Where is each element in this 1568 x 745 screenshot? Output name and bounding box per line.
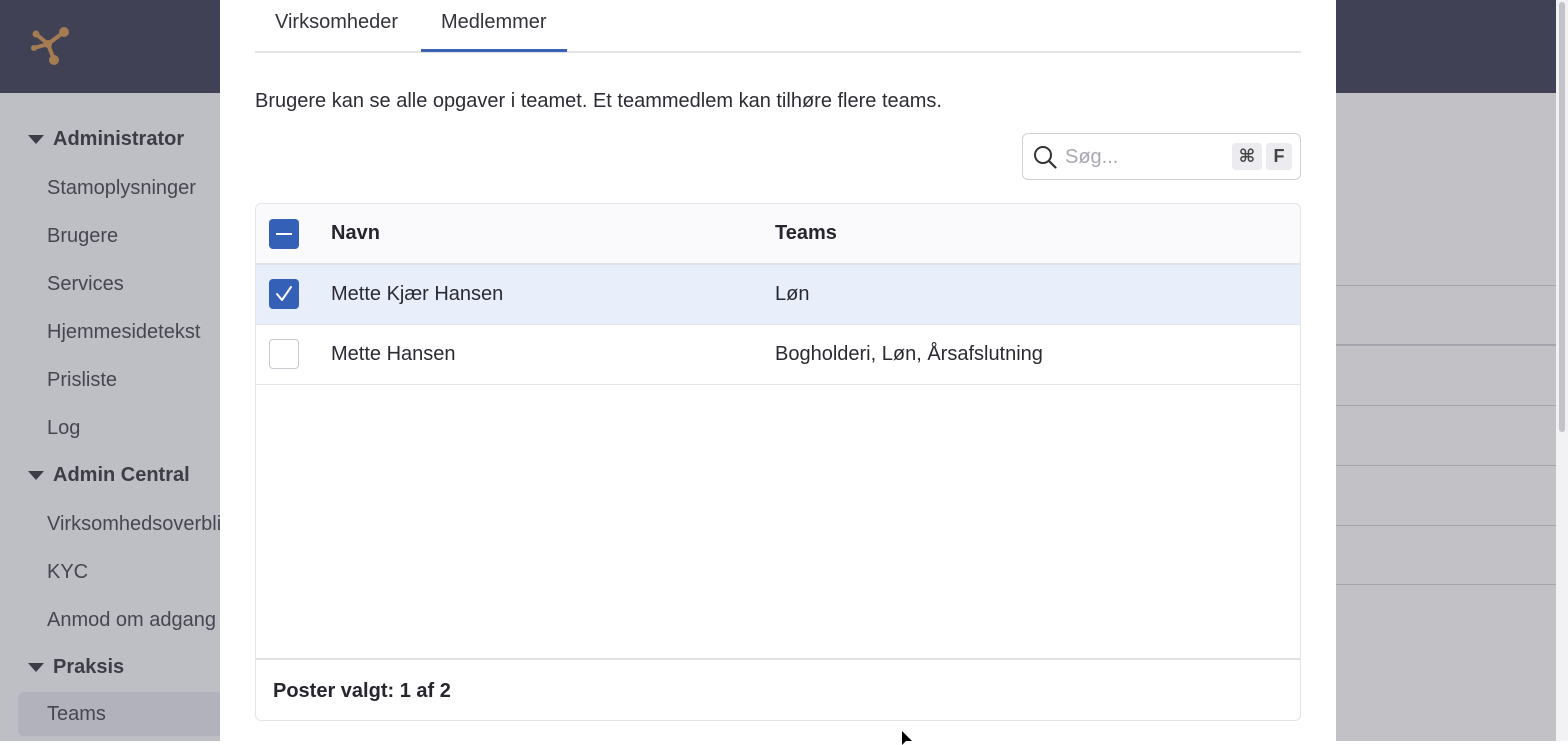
shortcut-f-key: F bbox=[1266, 143, 1292, 170]
checkmark-icon bbox=[276, 286, 292, 301]
shortcut-cmd-key: ⌘ bbox=[1232, 143, 1262, 170]
team-members-modal: Virksomheder Medlemmer Brugere kan se al… bbox=[220, 0, 1336, 741]
table-row[interactable]: Mette Hansen Bogholderi, Løn, Årsafslutn… bbox=[256, 325, 1300, 385]
table-footer: Poster valgt: 1 af 2 bbox=[256, 658, 1300, 720]
search-box[interactable]: ⌘ F bbox=[1022, 133, 1301, 180]
selection-count: Poster valgt: 1 af 2 bbox=[273, 680, 451, 702]
members-table: Navn Teams Mette Kjær Hansen Løn Mette H… bbox=[255, 203, 1301, 721]
search-icon bbox=[1034, 146, 1057, 169]
indeterminate-icon bbox=[276, 233, 292, 235]
column-header-teams[interactable]: Teams bbox=[775, 222, 837, 245]
cell-name: Mette Hansen bbox=[331, 343, 456, 365]
select-all-checkbox[interactable] bbox=[269, 219, 299, 249]
row-checkbox[interactable] bbox=[269, 279, 299, 309]
page-scrollbar[interactable] bbox=[1556, 0, 1568, 741]
tab-virksomheder[interactable]: Virksomheder bbox=[275, 10, 398, 49]
search-input[interactable] bbox=[1063, 142, 1227, 172]
column-header-navn[interactable]: Navn bbox=[331, 222, 380, 245]
modal-tabs: Virksomheder Medlemmer bbox=[255, 0, 1301, 53]
modal-description: Brugere kan se alle opgaver i teamet. Et… bbox=[255, 90, 942, 112]
table-header: Navn Teams bbox=[256, 204, 1300, 265]
row-checkbox[interactable] bbox=[269, 339, 299, 369]
cell-name: Mette Kjær Hansen bbox=[331, 283, 504, 305]
tab-medlemmer[interactable]: Medlemmer bbox=[421, 10, 567, 52]
scrollbar-thumb[interactable] bbox=[1559, 2, 1565, 432]
cell-teams: Løn bbox=[775, 283, 810, 305]
table-row[interactable]: Mette Kjær Hansen Løn bbox=[256, 265, 1300, 325]
mouse-cursor-icon bbox=[902, 731, 912, 745]
cell-teams: Bogholderi, Løn, Årsafslutning bbox=[775, 343, 1043, 365]
